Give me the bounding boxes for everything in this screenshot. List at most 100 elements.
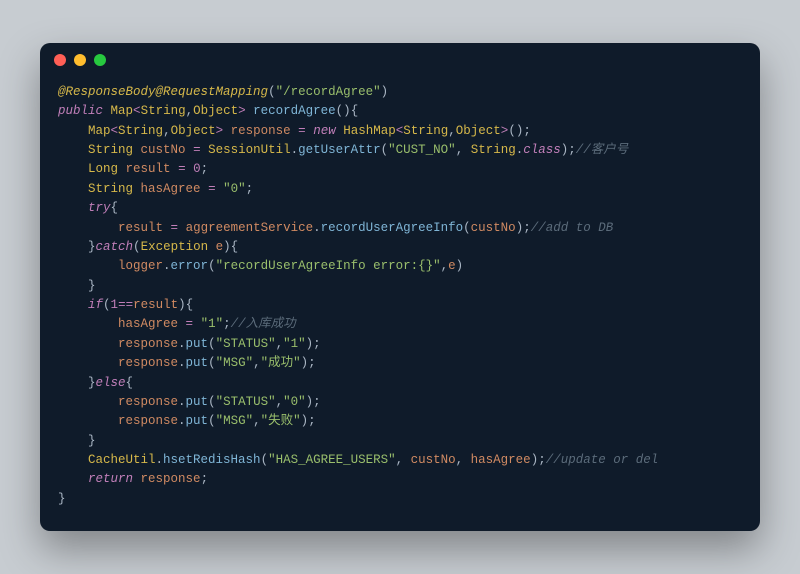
num-1: 1 [111,298,119,312]
var-custno: custNo [141,143,186,157]
brace: } [88,240,96,254]
paren: ( [463,221,471,235]
var-result: result [133,298,178,312]
dot: . [178,395,186,409]
semi: ; [523,221,531,235]
dot: . [178,337,186,351]
comment-update: //update or del [546,453,659,467]
kw-return: return [88,472,133,486]
str-0: "0" [283,395,306,409]
var-e: e [448,259,456,273]
var-response: response [118,337,178,351]
type-object: Object [171,124,216,138]
op-eq: = [171,221,179,235]
comma: , [448,124,456,138]
comma: , [276,395,284,409]
var-response: response [231,124,291,138]
close-icon[interactable] [54,54,66,66]
paren: ) [343,104,351,118]
paren: ( [208,356,216,370]
str-status: "STATUS" [216,337,276,351]
comma: , [253,414,261,428]
paren: ( [268,85,276,99]
paren: ) [301,356,309,370]
comment-indb: //入库成功 [231,317,296,331]
maximize-icon[interactable] [94,54,106,66]
kw-new: new [313,124,336,138]
var-response: response [118,414,178,428]
type-long: Long [88,162,118,176]
dot: . [178,356,186,370]
str-msg: "MSG" [216,356,254,370]
type-exception: Exception [141,240,209,254]
brace: } [88,434,96,448]
paren: ( [103,298,111,312]
str-msg: "MSG" [216,414,254,428]
type-string: String [403,124,448,138]
type-map: Map [111,104,134,118]
comma: , [441,259,449,273]
mtd-hsetredishash: hsetRedisHash [163,453,261,467]
dot: . [156,453,164,467]
str-fail: "失败" [261,414,301,428]
mtd-error: error [171,259,209,273]
op-eq: = [178,162,186,176]
dot: . [291,143,299,157]
comment-custno: //客户号 [576,143,629,157]
annotation-responsebody: @ResponseBody [58,85,156,99]
paren: ) [306,337,314,351]
semi: ; [308,414,316,428]
op-eq: = [298,124,306,138]
mtd-put: put [186,356,209,370]
var-custno: custNo [411,453,456,467]
dot: . [163,259,171,273]
semi: ; [308,356,316,370]
semi: ; [223,317,231,331]
paren: ( [208,414,216,428]
op-eq: = [193,143,201,157]
var-response: response [118,395,178,409]
kw-try: try [88,201,111,215]
var-response: response [141,472,201,486]
str-success: "成功" [261,356,301,370]
kw-class: class [523,143,561,157]
generic-gt: > [216,124,224,138]
mtd-put: put [186,395,209,409]
sessionutil: SessionUtil [208,143,291,157]
type-hashmap: HashMap [343,124,396,138]
var-logger: logger [118,259,163,273]
kw-catch: catch [96,240,134,254]
comma: , [396,453,411,467]
paren: ( [508,124,516,138]
str-1: "1" [283,337,306,351]
cacheutil: CacheUtil [88,453,156,467]
comment-adddb: //add to DB [531,221,614,235]
brace: { [351,104,359,118]
comma: , [163,124,171,138]
type-object: Object [193,104,238,118]
type-string: String [471,143,516,157]
dot: . [178,414,186,428]
brace: } [58,492,66,506]
var-custno: custNo [471,221,516,235]
comma: , [253,356,261,370]
var-e: e [216,240,224,254]
mtd-getuserattr: getUserAttr [298,143,381,157]
type-object: Object [456,124,501,138]
paren: ) [381,85,389,99]
paren: ( [208,395,216,409]
var-aggreementservice: aggreementService [186,221,314,235]
kw-if: if [88,298,103,312]
comma: , [456,143,471,157]
mtd-put: put [186,337,209,351]
semi: ; [568,143,576,157]
type-string: String [141,104,186,118]
minimize-icon[interactable] [74,54,86,66]
brace: } [88,279,96,293]
var-hasagree: hasAgree [118,317,178,331]
annotation-requestmapping: @RequestMapping [156,85,269,99]
brace: { [126,376,134,390]
dot: . [313,221,321,235]
str-hasagreeusers: "HAS_AGREE_USERS" [268,453,396,467]
generic-lt: < [133,104,141,118]
